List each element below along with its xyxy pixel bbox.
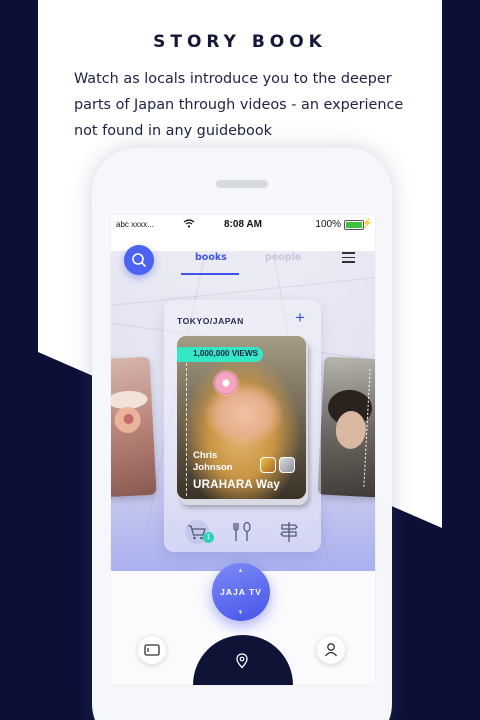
category-sightseeing-button[interactable]: [276, 519, 302, 545]
donut-image: [214, 371, 238, 395]
phone-speaker: [216, 180, 268, 188]
app-screen: abc xxxx... 8:08 AM 100% ⚡ books people …: [111, 215, 375, 685]
page-title: STORY BOOK: [153, 32, 327, 52]
hamburger-menu-icon[interactable]: [342, 252, 355, 263]
jaja-tv-button[interactable]: ▲ JAJA TV ▼: [212, 563, 270, 621]
plus-icon: +: [295, 308, 305, 327]
tv-button[interactable]: [138, 636, 166, 664]
user-icon: [324, 643, 338, 657]
story-title: URAHARA Way: [193, 478, 281, 491]
page-description: Watch as locals introduce you to the dee…: [74, 71, 404, 139]
author-name: Chris Johnson: [193, 450, 233, 474]
location-pin-icon: [236, 653, 248, 669]
battery-percent: 100%: [315, 219, 341, 230]
chevron-down-icon: ▼: [237, 610, 245, 616]
avatar[interactable]: [279, 457, 295, 473]
side-story-card-right[interactable]: [317, 356, 375, 498]
side-story-card-left[interactable]: [111, 356, 157, 498]
views-badge: 1,000,000 VIEWS: [177, 347, 263, 362]
status-bar: abc xxxx... 8:08 AM 100% ⚡: [111, 215, 375, 235]
author-first-name: Chris: [193, 450, 218, 461]
tab-books[interactable]: books: [195, 252, 227, 263]
tv-icon: [144, 644, 160, 656]
signpost-icon: [280, 522, 298, 542]
search-icon: [132, 253, 146, 267]
author-last-name: Johnson: [193, 462, 233, 473]
card-dashed-line: [186, 348, 187, 496]
add-button[interactable]: +: [295, 309, 305, 326]
active-tab-indicator: [181, 273, 239, 275]
tab-people[interactable]: people: [265, 252, 301, 263]
search-button[interactable]: [124, 245, 154, 275]
location-label: TOKYO/JAPAN: [177, 316, 244, 326]
charging-icon: ⚡: [361, 218, 373, 228]
profile-button[interactable]: [317, 636, 345, 664]
avatar[interactable]: [260, 457, 276, 473]
